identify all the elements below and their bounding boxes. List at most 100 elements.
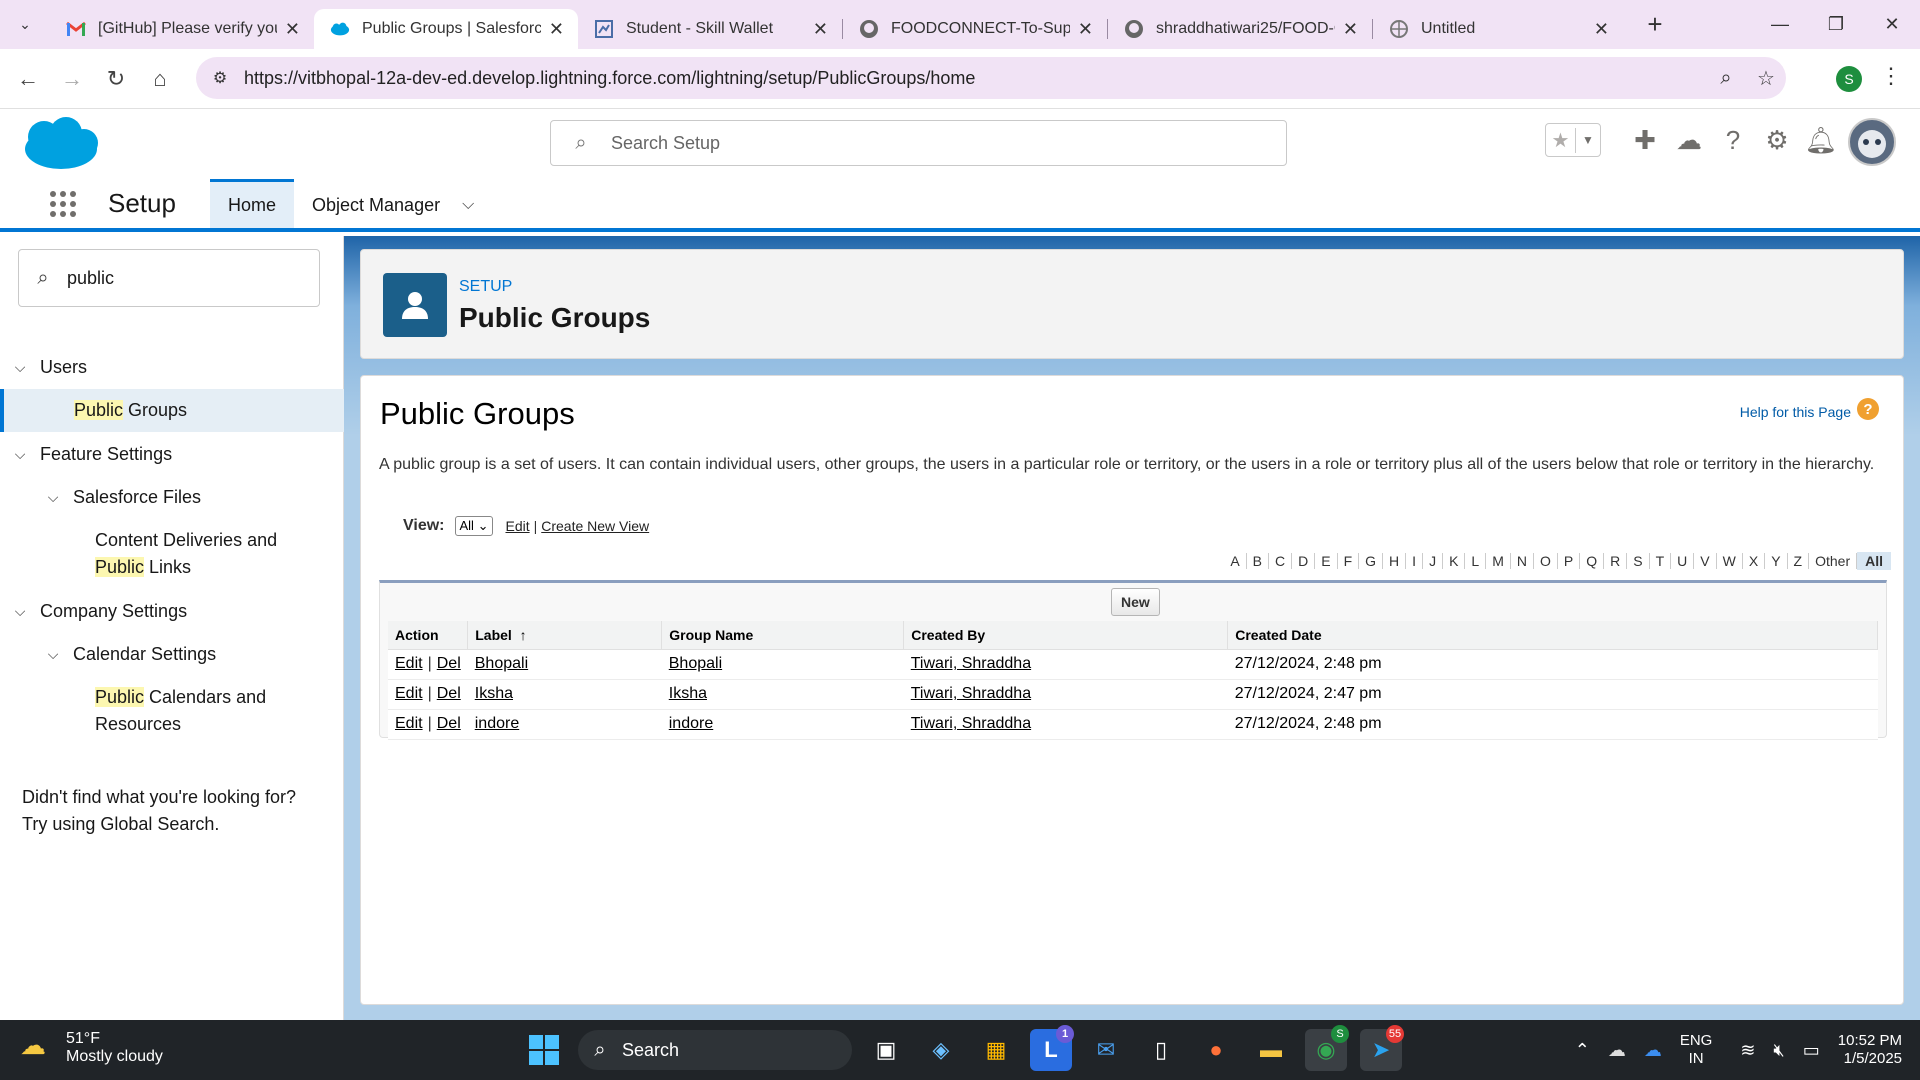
alpha-filter-r[interactable]: R — [1604, 553, 1628, 569]
url-text[interactable]: https://vitbhopal-12a-dev-ed.develop.lig… — [244, 68, 1706, 89]
url-field[interactable]: ⚙ https://vitbhopal-12a-dev-ed.develop.l… — [196, 57, 1786, 99]
file-icon[interactable]: ▯ — [1140, 1029, 1182, 1071]
help-for-page-link[interactable]: Help for this Page — [1740, 404, 1851, 420]
close-tab-icon[interactable]: ✕ — [549, 19, 564, 40]
alpha-filter-k[interactable]: K — [1443, 553, 1466, 569]
chevron-down-icon[interactable]: ▼ — [1576, 133, 1600, 147]
chevron-down-icon[interactable]: ⌵ — [10, 354, 30, 381]
close-tab-icon[interactable]: ✕ — [285, 19, 300, 40]
close-tab-icon[interactable]: ✕ — [1594, 19, 1609, 40]
alpha-filter-other[interactable]: Other — [1809, 553, 1858, 569]
delete-link[interactable]: Del — [437, 715, 461, 732]
new-group-button[interactable]: New — [1111, 588, 1160, 616]
bookmark-star-icon[interactable]: ☆ — [1746, 66, 1786, 91]
tab-home[interactable]: Home — [210, 179, 295, 228]
quick-find-box[interactable]: ⌕ — [18, 249, 320, 307]
weather-widget[interactable]: ☁ 51°F Mostly cloudy — [20, 1030, 163, 1066]
app-launcher-icon[interactable] — [36, 179, 90, 228]
group-label-link[interactable]: Iksha — [475, 685, 513, 702]
gear-icon[interactable]: ⚙ — [1755, 125, 1799, 156]
created-by-link[interactable]: Tiwari, Shraddha — [911, 715, 1031, 732]
close-tab-icon[interactable]: ✕ — [1343, 19, 1358, 40]
delete-link[interactable]: Del — [437, 685, 461, 702]
global-actions-icon[interactable]: ✚ — [1623, 125, 1667, 156]
chevron-down-icon[interactable]: ⌵ — [462, 196, 474, 214]
close-tab-icon[interactable]: ✕ — [813, 19, 828, 40]
alpha-filter-o[interactable]: O — [1534, 553, 1558, 569]
alpha-filter-d[interactable]: D — [1292, 553, 1316, 569]
tree-node-salesforce-files[interactable]: ⌵ Salesforce Files — [0, 484, 344, 511]
new-tab-icon[interactable]: + — [1637, 9, 1673, 40]
alpha-filter-s[interactable]: S — [1627, 553, 1650, 569]
alpha-filter-z[interactable]: Z — [1788, 553, 1810, 569]
close-window-icon[interactable]: ✕ — [1864, 14, 1920, 35]
alpha-filter-m[interactable]: M — [1486, 553, 1511, 569]
file-explorer-icon[interactable]: ▬ — [1250, 1029, 1292, 1071]
alpha-filter-c[interactable]: C — [1269, 553, 1293, 569]
microsoft-store-icon[interactable]: ▦ — [975, 1029, 1017, 1071]
column-header-label[interactable]: Label ↑ — [467, 621, 663, 650]
group-label-link[interactable]: indore — [475, 715, 519, 732]
salesforce-logo[interactable] — [22, 117, 100, 171]
chevron-down-icon[interactable]: ⌵ — [43, 484, 63, 511]
group-name-link[interactable]: Bhopali — [669, 655, 722, 672]
chrome-icon[interactable]: ◉ S — [1305, 1025, 1349, 1071]
onedrive-business-icon[interactable]: ☁ — [1644, 1040, 1662, 1061]
lens-app-icon[interactable]: L1 — [1030, 1025, 1074, 1071]
back-icon[interactable]: ← — [6, 66, 50, 92]
tree-node-public-groups[interactable]: Public Groups — [0, 389, 344, 432]
alpha-filter-p[interactable]: P — [1558, 553, 1581, 569]
browser-tab-skill-wallet[interactable]: Student - Skill Wallet ✕ — [578, 9, 842, 49]
tree-node-feature-settings[interactable]: ⌵ Feature Settings — [0, 441, 344, 468]
site-info-icon[interactable]: ⚙ — [200, 68, 240, 88]
alpha-filter-e[interactable]: E — [1315, 553, 1338, 569]
input-language[interactable]: ENG IN — [1680, 1032, 1713, 1068]
alpha-filter-g[interactable]: G — [1359, 553, 1384, 569]
tab-object-manager[interactable]: Object Manager ⌵ — [294, 179, 492, 228]
column-header-group-name[interactable]: Group Name — [661, 621, 905, 650]
created-by-link[interactable]: Tiwari, Shraddha — [911, 655, 1031, 672]
tab-search-dropdown-icon[interactable]: ⌄ — [0, 0, 50, 49]
windows-start-icon[interactable] — [522, 1028, 566, 1072]
close-tab-icon[interactable]: ✕ — [1078, 19, 1093, 40]
browser-tab-github-foodconnect[interactable]: FOODCONNECT-To-Supply ✕ — [843, 9, 1107, 49]
edit-link[interactable]: Edit — [395, 685, 423, 702]
create-new-view-link[interactable]: Create New View — [541, 518, 649, 534]
created-by-link[interactable]: Tiwari, Shraddha — [911, 685, 1031, 702]
column-header-created-date[interactable]: Created Date — [1227, 621, 1878, 650]
quick-find-input[interactable] — [67, 267, 297, 289]
telegram-icon[interactable]: ➤ 55 — [1360, 1025, 1404, 1071]
alpha-filter-x[interactable]: X — [1743, 553, 1766, 569]
edit-view-link[interactable]: Edit — [505, 518, 529, 534]
wifi-icon[interactable]: ≋ — [1740, 1040, 1755, 1061]
alpha-filter-h[interactable]: H — [1383, 553, 1407, 569]
alpha-filter-all[interactable]: All — [1857, 552, 1891, 570]
view-select[interactable]: All ⌄ — [454, 516, 494, 536]
group-label-link[interactable]: Bhopali — [475, 655, 528, 672]
alpha-filter-n[interactable]: N — [1511, 553, 1534, 569]
onedrive-icon[interactable]: ☁ — [1608, 1040, 1626, 1061]
chevron-down-icon[interactable]: ⌵ — [10, 598, 30, 625]
chevron-down-icon[interactable]: ⌵ — [10, 441, 30, 468]
edit-link[interactable]: Edit — [395, 715, 423, 732]
setup-search-input[interactable] — [611, 132, 1211, 154]
browser-tab-github-repo[interactable]: shraddhatiwari25/FOOD-C ✕ — [1108, 9, 1372, 49]
forward-icon[interactable]: → — [50, 66, 94, 92]
alpha-filter-b[interactable]: B — [1247, 553, 1269, 569]
help-icon[interactable]: ? — [1711, 125, 1755, 156]
reload-icon[interactable]: ↻ — [94, 66, 138, 92]
profile-avatar[interactable]: S — [1836, 66, 1862, 92]
favorites-button[interactable]: ★ ▼ — [1545, 123, 1601, 157]
delete-link[interactable]: Del — [437, 655, 461, 672]
tree-node-users[interactable]: ⌵ Users — [0, 354, 344, 384]
chevron-up-icon[interactable]: ⌃ — [1575, 1040, 1590, 1061]
clock[interactable]: 10:52 PM 1/5/2025 — [1838, 1032, 1902, 1068]
setup-search[interactable]: ⌕ — [550, 120, 1287, 166]
battery-icon[interactable]: ▭ — [1803, 1040, 1820, 1061]
mail-icon[interactable]: ✉ — [1085, 1029, 1127, 1071]
alpha-filter-y[interactable]: Y — [1765, 553, 1788, 569]
firefox-icon[interactable]: ● — [1195, 1029, 1237, 1071]
trailhead-icon[interactable]: ☁ — [1667, 125, 1711, 156]
alpha-filter-t[interactable]: T — [1650, 553, 1672, 569]
alpha-filter-f[interactable]: F — [1338, 553, 1360, 569]
